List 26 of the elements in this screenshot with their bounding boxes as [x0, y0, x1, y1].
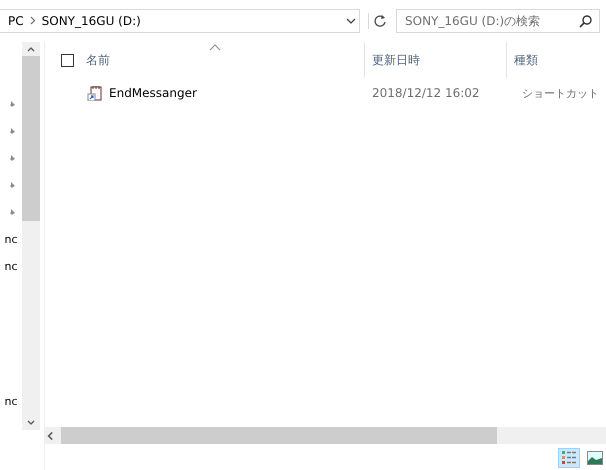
- nav-item[interactable]: nc: [4, 395, 18, 408]
- refresh-icon[interactable]: [368, 13, 388, 29]
- details-view-button[interactable]: [558, 448, 580, 468]
- modified-date: 2018/12/12 16:02: [371, 86, 481, 100]
- select-all-checkbox[interactable]: [61, 54, 74, 66]
- column-header[interactable]: 名前: [86, 52, 110, 68]
- breadcrumb-item[interactable]: SONY_16GU (D:): [42, 14, 141, 28]
- picture-thumbnail-icon: [587, 451, 603, 465]
- horizontal-scrollbar[interactable]: [45, 427, 606, 444]
- chevron-icon: [30, 16, 36, 25]
- breadcrumb-item[interactable]: PC: [8, 14, 24, 28]
- scroll-thumb[interactable]: [22, 56, 40, 221]
- address-bar[interactable]: PC SONY_16GU (D:): [0, 9, 360, 33]
- nav-item[interactable]: nc: [4, 233, 18, 246]
- file-name[interactable]: EndMessanger: [109, 86, 197, 100]
- nav-item[interactable]: nc: [4, 260, 18, 273]
- details-list-icon: [561, 450, 577, 466]
- search-icon: [579, 14, 593, 28]
- column-header[interactable]: 更新日時: [372, 52, 420, 68]
- file-type: ショートカット: [521, 86, 600, 100]
- search-field[interactable]: SONY_16GU (D:)の検索: [396, 9, 600, 33]
- scroll-thumb[interactable]: [61, 427, 497, 444]
- shortcut-file-icon: [87, 85, 103, 101]
- column-header[interactable]: 種類: [514, 52, 538, 68]
- vertical-scrollbar[interactable]: [22, 42, 40, 430]
- large-icons-view-button[interactable]: [584, 448, 606, 468]
